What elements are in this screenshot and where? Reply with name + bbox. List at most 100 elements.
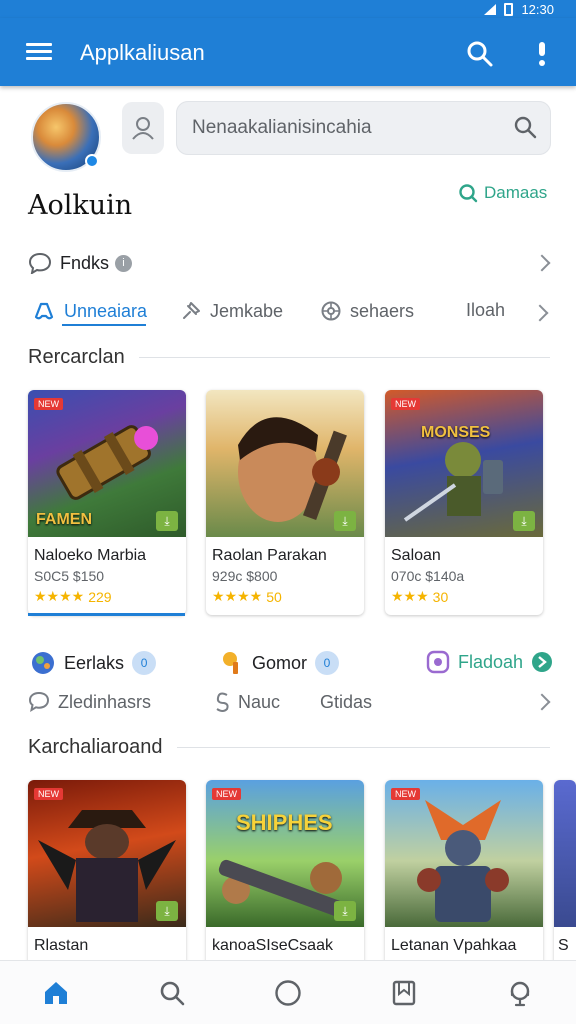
app-title: Applkaliusan xyxy=(80,40,205,65)
star-icon: ★★★★ xyxy=(212,588,263,604)
nav-support[interactable] xyxy=(504,977,536,1009)
tab-label: Jemkabe xyxy=(210,300,284,321)
status-time: 12:30 xyxy=(521,1,554,17)
home-icon xyxy=(45,982,67,1004)
download-icon: ⤓ xyxy=(334,511,356,531)
link-item[interactable]: Gtidas xyxy=(320,692,372,713)
bottom-nav xyxy=(0,960,576,1024)
nav-circle[interactable] xyxy=(272,977,304,1009)
links-row: Zledinhasrs Nauc Gtidas xyxy=(28,686,551,718)
tab-1[interactable]: Jemkabe xyxy=(180,300,283,322)
star-icon: ★★★ xyxy=(391,588,429,604)
section-title: Karchaliaroand xyxy=(28,736,163,758)
game-card[interactable]: NEW Letanan Vpahkaa xyxy=(385,780,543,980)
card-price: S0C5 $150 xyxy=(34,568,105,584)
card-art-title: MONSES xyxy=(421,424,491,441)
nav-home[interactable] xyxy=(40,977,72,1009)
card-name: Raolan Parakan xyxy=(212,547,327,564)
game-art: NEW xyxy=(385,780,543,927)
game-art xyxy=(554,780,576,927)
tab-label: Iloah xyxy=(466,300,506,320)
link-label: Gtidas xyxy=(320,691,373,712)
link-item[interactable]: Nauc xyxy=(214,691,280,713)
download-icon: ⤓ xyxy=(156,511,178,531)
game-card[interactable]: NEW ⤓ Rlastan xyxy=(28,780,186,980)
link-label: Nauc xyxy=(238,691,281,712)
game-art: NEW ⤓ xyxy=(28,780,186,927)
game-card[interactable]: ⤓ Raolan Parakan 929c $800 ★★★★ 50 xyxy=(206,390,364,615)
card-name: S xyxy=(558,937,569,954)
rating-count: 30 xyxy=(432,588,449,605)
divider xyxy=(176,747,550,748)
games-link-label: Damaas xyxy=(484,183,548,202)
new-badge: NEW xyxy=(34,398,63,410)
game-card[interactable]: NEW MONSES ⤓ Saloan 070c $140a ★★★ 30 xyxy=(385,390,543,615)
game-art: NEW SHIPHES ⤓ xyxy=(206,780,364,927)
link-icon xyxy=(216,692,229,712)
friends-row[interactable]: Fndks i xyxy=(28,247,551,279)
online-status-dot xyxy=(85,154,99,168)
section-title: Rercarclan xyxy=(28,346,125,368)
active-card-indicator xyxy=(28,613,185,616)
status-bar: 12:30 xyxy=(0,0,576,18)
controller-icon xyxy=(34,302,54,320)
circle-icon xyxy=(275,980,301,1006)
tab-3[interactable]: Iloah xyxy=(466,300,505,321)
category-label: Fladoah xyxy=(458,651,524,672)
download-icon: ⤓ xyxy=(334,901,356,921)
user-button[interactable] xyxy=(122,102,164,154)
game-art: NEW FAMEN ⤓ xyxy=(28,390,186,537)
card-rating: ★★★ 30 xyxy=(391,588,537,605)
game-art: NEW MONSES ⤓ xyxy=(385,390,543,537)
card-art-title: SHIPHES xyxy=(236,810,333,835)
arrow-right-icon[interactable] xyxy=(531,651,553,673)
category-count: 0 xyxy=(315,651,340,675)
chat-icon xyxy=(28,691,50,713)
card-price: 070c $140a xyxy=(391,568,465,584)
game-card[interactable]: NEW FAMEN ⤓ Naloeko Marbia S0C5 $150 ★★★… xyxy=(28,390,186,615)
category-item[interactable]: Gomor 0 xyxy=(220,650,340,676)
divider xyxy=(138,357,550,358)
card-name: Naloeko Marbia xyxy=(34,547,147,564)
section-header: Rercarclan xyxy=(28,346,550,369)
more-vert-icon[interactable] xyxy=(532,40,552,68)
games-link[interactable]: Damaas xyxy=(458,183,547,203)
tab-label: Unneaiara xyxy=(64,300,148,321)
card-rating: ★★★★ 50 xyxy=(212,588,358,605)
category-count: 0 xyxy=(132,651,157,675)
card-art-title: FAMEN xyxy=(36,511,92,528)
signal-icon xyxy=(484,3,497,15)
tab-0[interactable]: Unneaiara xyxy=(32,300,147,322)
app-bar: Applkaliusan xyxy=(0,18,576,86)
card-name: Rlastan xyxy=(34,937,89,954)
search-icon[interactable] xyxy=(466,40,494,68)
game-card[interactable]: S xyxy=(554,780,576,980)
card-rating: ★★★★ 229 xyxy=(34,588,180,605)
link-label: Zledinhasrs xyxy=(58,691,152,712)
new-badge: NEW xyxy=(391,398,420,410)
category-label: Gomor xyxy=(252,652,308,673)
search-input[interactable]: Nenaakalianisincahia xyxy=(176,101,551,155)
search-icon[interactable] xyxy=(513,115,537,139)
download-icon: ⤓ xyxy=(513,511,535,531)
chevron-right-icon[interactable] xyxy=(531,304,549,322)
globe-icon xyxy=(32,652,54,674)
avatar[interactable] xyxy=(31,102,101,172)
menu-icon[interactable] xyxy=(26,43,52,61)
game-card[interactable]: NEW SHIPHES ⤓ kanoaSIseCsaak xyxy=(206,780,364,980)
search-icon xyxy=(160,981,185,1006)
chevron-right-icon[interactable] xyxy=(533,254,551,272)
rating-count: 50 xyxy=(266,588,282,605)
category-item[interactable]: Eerlaks 0 xyxy=(30,650,157,676)
category-item[interactable]: Fladoah xyxy=(426,650,553,674)
card-name: Letanan Vpahkaa xyxy=(391,937,517,954)
card-name: kanoaSIseCsaak xyxy=(212,937,333,954)
nav-bookmark[interactable] xyxy=(388,977,420,1009)
nav-search[interactable] xyxy=(156,977,188,1009)
app-icon xyxy=(426,650,450,674)
link-item[interactable]: Zledinhasrs xyxy=(28,691,151,713)
tab-2[interactable]: sehaers xyxy=(320,300,414,322)
section-header: Karchaliaroand xyxy=(28,736,550,759)
chevron-right-icon[interactable] xyxy=(533,693,551,711)
new-badge: NEW xyxy=(34,788,63,800)
